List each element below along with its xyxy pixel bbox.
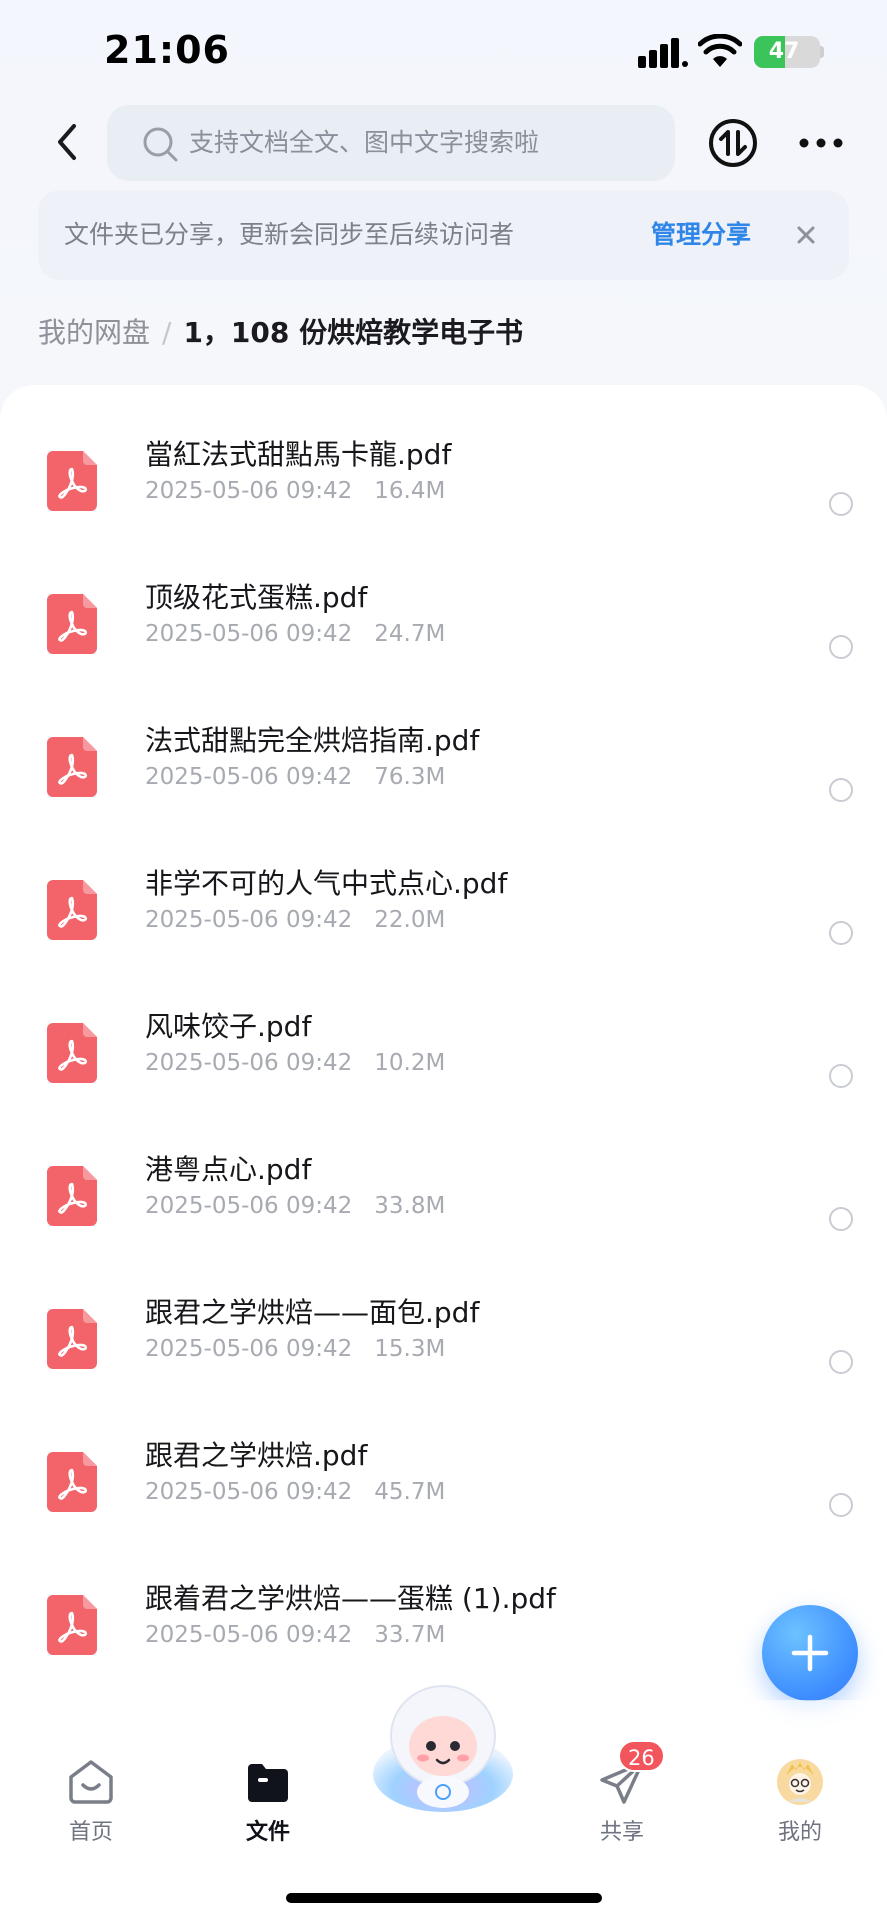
pdf-file-icon bbox=[47, 451, 97, 511]
search-placeholder: 支持文档全文、图中文字搜索啦 bbox=[189, 128, 540, 157]
status-time: 21:06 bbox=[104, 28, 230, 72]
file-name: 跟着君之学烘焙——蛋糕 (1).pdf bbox=[145, 1582, 556, 1615]
select-checkbox[interactable] bbox=[829, 1493, 853, 1517]
file-date: 2025-05-06 09:42 bbox=[145, 621, 353, 647]
file-date: 2025-05-06 09:42 bbox=[145, 907, 353, 933]
file-size: 45.7M bbox=[374, 1479, 446, 1505]
share-notice-banner: 文件夹已分享，更新会同步至后续访问者 管理分享 bbox=[38, 190, 849, 280]
pdf-file-icon bbox=[47, 594, 97, 654]
manage-share-button[interactable]: 管理分享 bbox=[651, 190, 751, 280]
nav-files-label: 文件 bbox=[245, 1820, 290, 1845]
file-meta: 2025-05-06 09:42 33.7M bbox=[145, 1622, 445, 1648]
folder-icon bbox=[248, 1764, 288, 1802]
file-name: 港粤点心.pdf bbox=[145, 1153, 312, 1186]
battery-indicator: 47 bbox=[754, 36, 820, 68]
nav-mine[interactable]: 我的 bbox=[740, 1758, 860, 1868]
more-options-icon[interactable] bbox=[795, 126, 847, 160]
file-meta: 2025-05-06 09:42 22.0M bbox=[145, 907, 445, 933]
status-bar: 21:06 47 bbox=[0, 0, 887, 100]
plus-icon bbox=[791, 1634, 829, 1672]
select-checkbox[interactable] bbox=[829, 1064, 853, 1088]
file-list-item[interactable]: 法式甜點完全烘焙指南.pdf 2025-05-06 09:42 76.3M bbox=[0, 698, 887, 841]
file-list-item[interactable]: 跟君之学烘焙——面包.pdf 2025-05-06 09:42 15.3M bbox=[0, 1270, 887, 1413]
file-meta: 2025-05-06 09:42 76.3M bbox=[145, 764, 445, 790]
pdf-file-icon bbox=[47, 880, 97, 940]
assistant-mascot-icon[interactable] bbox=[367, 1674, 519, 1814]
file-list-item[interactable]: 跟君之学烘焙.pdf 2025-05-06 09:42 45.7M bbox=[0, 1413, 887, 1556]
file-meta: 2025-05-06 09:42 16.4M bbox=[145, 478, 445, 504]
pdf-file-icon bbox=[47, 1023, 97, 1083]
search-input[interactable]: 支持文档全文、图中文字搜索啦 bbox=[107, 105, 675, 181]
file-list-item[interactable]: 港粤点心.pdf 2025-05-06 09:42 33.8M bbox=[0, 1127, 887, 1270]
select-checkbox[interactable] bbox=[829, 1207, 853, 1231]
pdf-file-icon bbox=[47, 1595, 97, 1655]
file-meta: 2025-05-06 09:42 24.7M bbox=[145, 621, 445, 647]
file-list-item[interactable]: 當紅法式甜點馬卡龍.pdf 2025-05-06 09:42 16.4M bbox=[0, 412, 887, 555]
file-size: 16.4M bbox=[374, 478, 446, 504]
file-date: 2025-05-06 09:42 bbox=[145, 1479, 353, 1505]
close-icon[interactable] bbox=[790, 219, 822, 251]
bottom-navigation: 首页 文件 26 共享 我的 bbox=[0, 1685, 887, 1920]
file-name: 风味饺子.pdf bbox=[145, 1010, 312, 1043]
nav-mine-label: 我的 bbox=[777, 1820, 822, 1845]
nav-home-label: 首页 bbox=[68, 1820, 113, 1845]
select-checkbox[interactable] bbox=[829, 1350, 853, 1374]
battery-percent: 47 bbox=[768, 39, 800, 64]
nav-files[interactable]: 文件 bbox=[208, 1758, 328, 1868]
pdf-file-icon bbox=[47, 1166, 97, 1226]
file-size: 24.7M bbox=[374, 621, 446, 647]
file-size: 33.8M bbox=[374, 1193, 446, 1219]
file-date: 2025-05-06 09:42 bbox=[145, 1193, 353, 1219]
file-size: 15.3M bbox=[374, 1336, 446, 1362]
add-button[interactable] bbox=[762, 1605, 858, 1701]
file-name: 跟君之学烘焙.pdf bbox=[145, 1439, 368, 1472]
file-name: 當紅法式甜點馬卡龍.pdf bbox=[145, 438, 452, 471]
file-name: 法式甜點完全烘焙指南.pdf bbox=[145, 724, 480, 757]
home-icon bbox=[69, 1760, 113, 1804]
avatar bbox=[777, 1759, 823, 1805]
file-date: 2025-05-06 09:42 bbox=[145, 764, 353, 790]
search-icon bbox=[143, 127, 178, 162]
breadcrumb-current-folder: 1，108 份烘焙教学电子书 bbox=[183, 316, 524, 349]
transfer-list-icon[interactable] bbox=[708, 118, 758, 168]
file-meta: 2025-05-06 09:42 10.2M bbox=[145, 1050, 445, 1076]
file-list-item[interactable]: 顶级花式蛋糕.pdf 2025-05-06 09:42 24.7M bbox=[0, 555, 887, 698]
file-date: 2025-05-06 09:42 bbox=[145, 1622, 353, 1648]
share-count-badge: 26 bbox=[618, 1740, 665, 1772]
file-date: 2025-05-06 09:42 bbox=[145, 1050, 353, 1076]
file-size: 33.7M bbox=[374, 1622, 446, 1648]
file-list-item[interactable]: 非学不可的人气中式点心.pdf 2025-05-06 09:42 22.0M bbox=[0, 841, 887, 984]
nav-home[interactable]: 首页 bbox=[31, 1758, 151, 1868]
nav-share-label: 共享 bbox=[599, 1820, 644, 1845]
file-date: 2025-05-06 09:42 bbox=[145, 1336, 353, 1362]
pdf-file-icon bbox=[47, 1309, 97, 1369]
file-meta: 2025-05-06 09:42 33.8M bbox=[145, 1193, 445, 1219]
breadcrumb-root[interactable]: 我的网盘 bbox=[38, 316, 150, 349]
file-name: 跟君之学烘焙——面包.pdf bbox=[145, 1296, 480, 1329]
file-date: 2025-05-06 09:42 bbox=[145, 478, 353, 504]
file-size: 76.3M bbox=[374, 764, 446, 790]
file-list-item[interactable]: 风味饺子.pdf 2025-05-06 09:42 10.2M bbox=[0, 984, 887, 1127]
select-checkbox[interactable] bbox=[829, 492, 853, 516]
back-button[interactable] bbox=[44, 112, 92, 172]
file-size: 22.0M bbox=[374, 907, 446, 933]
select-checkbox[interactable] bbox=[829, 635, 853, 659]
select-checkbox[interactable] bbox=[829, 778, 853, 802]
battery-tip bbox=[820, 46, 824, 58]
wifi-icon bbox=[698, 34, 742, 67]
breadcrumb: 我的网盘 / 1，108 份烘焙教学电子书 bbox=[38, 308, 523, 358]
cellular-signal-icon bbox=[638, 38, 688, 68]
pdf-file-icon bbox=[47, 737, 97, 797]
breadcrumb-separator: / bbox=[162, 316, 172, 349]
file-name: 顶级花式蛋糕.pdf bbox=[145, 581, 368, 614]
file-meta: 2025-05-06 09:42 45.7M bbox=[145, 1479, 445, 1505]
file-size: 10.2M bbox=[374, 1050, 446, 1076]
select-checkbox[interactable] bbox=[829, 921, 853, 945]
file-meta: 2025-05-06 09:42 15.3M bbox=[145, 1336, 445, 1362]
share-notice-text: 文件夹已分享，更新会同步至后续访问者 bbox=[64, 220, 515, 249]
pdf-file-icon bbox=[47, 1452, 97, 1512]
nav-share[interactable]: 26 共享 bbox=[562, 1740, 682, 1868]
home-indicator bbox=[286, 1893, 602, 1903]
file-name: 非学不可的人气中式点心.pdf bbox=[145, 867, 508, 900]
